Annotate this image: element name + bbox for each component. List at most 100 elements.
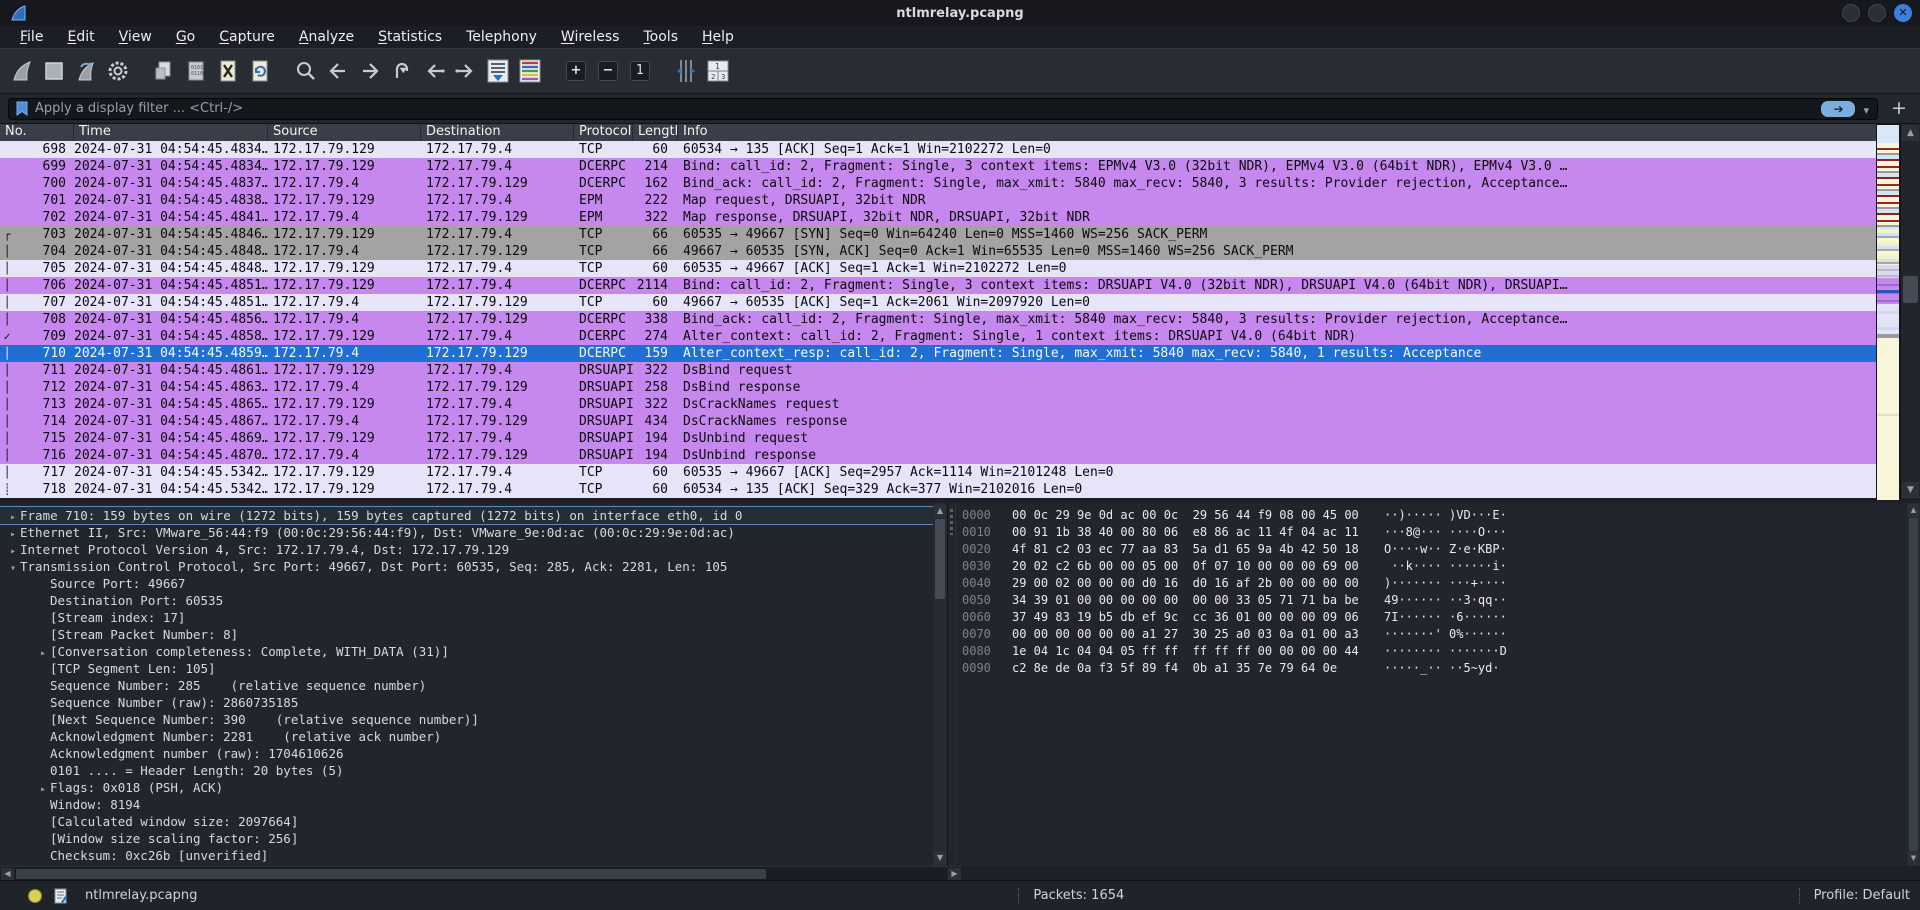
reload-file-icon[interactable]: [245, 56, 275, 86]
hex-row-0070[interactable]: 007000 00 00 00 00 00 a1 27 30 25 a0 03 …: [962, 626, 1507, 643]
menu-item-file[interactable]: File: [10, 28, 53, 46]
detail-line[interactable]: Acknowledgment number (raw): 1704610626: [0, 745, 933, 762]
detail-line[interactable]: ▾Transmission Control Protocol, Src Port…: [0, 558, 933, 575]
column-header-protocol[interactable]: Protocol: [574, 124, 633, 141]
stop-capture-icon[interactable]: [39, 56, 69, 86]
save-file-icon[interactable]: 01010110: [181, 56, 211, 86]
detail-line[interactable]: ▸Ethernet II, Src: VMware_56:44:f9 (00:0…: [0, 524, 933, 541]
hex-row-0080[interactable]: 00801e 04 1c 04 04 05 ff ff ff ff ff 00 …: [962, 643, 1507, 660]
detail-line[interactable]: [Next Sequence Number: 390 (relative seq…: [0, 711, 933, 728]
zoom-in-icon[interactable]: [561, 56, 591, 86]
detail-line[interactable]: Acknowledgment Number: 2281 (relative ac…: [0, 728, 933, 745]
hex-row-0000[interactable]: 000000 0c 29 9e 0d ac 00 0c 29 56 44 f9 …: [962, 507, 1507, 524]
hex-scrollbar-thumb[interactable]: [1909, 518, 1918, 851]
capture-options-icon[interactable]: [103, 56, 133, 86]
packet-row-706[interactable]: │7062024-07-31 04:54:45.4851…172.17.79.1…: [0, 277, 1876, 294]
packet-row-718[interactable]: ┊7182024-07-31 04:54:45.5342…172.17.79.1…: [0, 481, 1876, 498]
details-horizontal-scrollbar[interactable]: [0, 866, 962, 880]
packet-row-713[interactable]: │7132024-07-31 04:54:45.4865…172.17.79.1…: [0, 396, 1876, 413]
hex-scroll-down-icon[interactable]: [1908, 852, 1919, 865]
packet-row-701[interactable]: 7012024-07-31 04:54:45.4838…172.17.79.12…: [0, 192, 1876, 209]
detail-line[interactable]: ▸Frame 710: 159 bytes on wire (1272 bits…: [0, 507, 933, 524]
hex-row-0040[interactable]: 004029 00 02 00 00 00 d0 16 d0 16 af 2b …: [962, 575, 1507, 592]
expand-icon[interactable]: ▸: [6, 526, 20, 541]
menu-item-statistics[interactable]: Statistics: [368, 28, 452, 46]
zoom-out-icon[interactable]: [593, 56, 623, 86]
go-first-icon[interactable]: [419, 56, 449, 86]
resize-columns-icon[interactable]: [671, 56, 701, 86]
packet-row-702[interactable]: 7022024-07-31 04:54:45.4841…172.17.79.41…: [0, 209, 1876, 226]
apply-filter-button[interactable]: [1821, 101, 1855, 117]
menu-item-tools[interactable]: Tools: [633, 28, 688, 46]
pane-splitter[interactable]: [948, 503, 956, 866]
scroll-down-icon[interactable]: [1902, 482, 1919, 498]
collapse-icon[interactable]: ▾: [6, 560, 20, 575]
expand-icon[interactable]: ▸: [36, 645, 50, 660]
details-scroll-up-icon[interactable]: [934, 504, 946, 518]
menu-item-analyze[interactable]: Analyze: [289, 28, 364, 46]
go-to-packet-icon[interactable]: [387, 56, 417, 86]
packet-row-703[interactable]: ┌7032024-07-31 04:54:45.4846…172.17.79.1…: [0, 226, 1876, 243]
detail-line[interactable]: [Stream index: 17]: [0, 609, 933, 626]
packet-row-711[interactable]: │7112024-07-31 04:54:45.4861…172.17.79.1…: [0, 362, 1876, 379]
details-scrollbar[interactable]: [933, 503, 947, 866]
packet-row-699[interactable]: 6992024-07-31 04:54:45.4834…172.17.79.12…: [0, 158, 1876, 175]
display-filter-input[interactable]: [35, 101, 1821, 116]
column-header-no[interactable]: No.: [0, 124, 74, 141]
packet-row-709[interactable]: ✓7092024-07-31 04:54:45.4858…172.17.79.1…: [0, 328, 1876, 345]
hex-scroll-up-icon[interactable]: [1908, 504, 1919, 517]
packet-row-712[interactable]: │7122024-07-31 04:54:45.4863…172.17.79.4…: [0, 379, 1876, 396]
zoom-100-icon[interactable]: [625, 56, 655, 86]
scrollbar-thumb[interactable]: [1903, 276, 1918, 303]
expand-icon[interactable]: ▸: [36, 781, 50, 796]
packet-row-717[interactable]: │7172024-07-31 04:54:45.5342…172.17.79.1…: [0, 464, 1876, 481]
column-header-length[interactable]: Length: [633, 124, 678, 141]
hex-row-0090[interactable]: 0090c2 8e de 0a f3 5f 89 f4 0b a1 35 7e …: [962, 660, 1507, 677]
menu-item-wireless[interactable]: Wireless: [551, 28, 630, 46]
details-scroll-down-icon[interactable]: [934, 851, 946, 865]
menu-item-help[interactable]: Help: [692, 28, 744, 46]
menu-item-go[interactable]: Go: [166, 28, 205, 46]
detail-line[interactable]: [Calculated window size: 2097664]: [0, 813, 933, 830]
detail-line[interactable]: [Stream Packet Number: 8]: [0, 626, 933, 643]
packet-row-708[interactable]: │7082024-07-31 04:54:45.4856…172.17.79.4…: [0, 311, 1876, 328]
detail-line[interactable]: Destination Port: 60535: [0, 592, 933, 609]
maximize-button[interactable]: [1868, 4, 1886, 22]
filter-dropdown-icon[interactable]: [1859, 99, 1873, 118]
column-header-destination[interactable]: Destination: [421, 124, 574, 141]
packet-row-700[interactable]: 7002024-07-31 04:54:45.4837…172.17.79.41…: [0, 175, 1876, 192]
number-columns-icon[interactable]: 123: [703, 56, 733, 86]
hex-row-0020[interactable]: 00204f 81 c2 03 ec 77 aa 83 5a d1 65 9a …: [962, 541, 1507, 558]
scroll-up-icon[interactable]: [1902, 125, 1919, 141]
close-button[interactable]: [1894, 4, 1912, 22]
packet-list-minimap[interactable]: [1876, 124, 1900, 499]
packet-row-704[interactable]: │7042024-07-31 04:54:45.4848…172.17.79.4…: [0, 243, 1876, 260]
open-file-icon[interactable]: [149, 56, 179, 86]
packet-row-705[interactable]: │7052024-07-31 04:54:45.4848…172.17.79.1…: [0, 260, 1876, 277]
detail-line[interactable]: [TCP Segment Len: 105]: [0, 660, 933, 677]
go-forward-icon[interactable]: [355, 56, 385, 86]
scroll-right-icon[interactable]: [948, 868, 961, 880]
packet-row-715[interactable]: │7152024-07-31 04:54:45.4869…172.17.79.1…: [0, 430, 1876, 447]
packet-list-scrollbar[interactable]: [1900, 124, 1920, 499]
packet-row-707[interactable]: │7072024-07-31 04:54:45.4851…172.17.79.4…: [0, 294, 1876, 311]
menu-item-edit[interactable]: Edit: [57, 28, 104, 46]
filter-bookmark-icon[interactable]: [15, 101, 29, 117]
expand-icon[interactable]: ▸: [6, 509, 20, 524]
packet-row-714[interactable]: │7142024-07-31 04:54:45.4867…172.17.79.4…: [0, 413, 1876, 430]
packet-row-710[interactable]: │7102024-07-31 04:54:45.4859…172.17.79.4…: [0, 345, 1876, 362]
go-last-icon[interactable]: [451, 56, 481, 86]
column-header-info[interactable]: Info: [678, 124, 1876, 141]
packet-row-716[interactable]: │7162024-07-31 04:54:45.4870…172.17.79.4…: [0, 447, 1876, 464]
restart-capture-icon[interactable]: [71, 56, 101, 86]
detail-line[interactable]: Sequence Number: 285 (relative sequence …: [0, 677, 933, 694]
minimize-button[interactable]: [1842, 4, 1860, 22]
detail-line[interactable]: ▸Internet Protocol Version 4, Src: 172.1…: [0, 541, 933, 558]
auto-scroll-icon[interactable]: [483, 56, 513, 86]
start-capture-icon[interactable]: [7, 56, 37, 86]
menu-item-telephony[interactable]: Telephony: [456, 28, 547, 46]
detail-line[interactable]: Source Port: 49667: [0, 575, 933, 592]
menu-item-capture[interactable]: Capture: [209, 28, 285, 46]
capture-comment-icon[interactable]: [54, 888, 67, 904]
hex-row-0010[interactable]: 001000 91 1b 38 40 00 80 06 e8 86 ac 11 …: [962, 524, 1507, 541]
